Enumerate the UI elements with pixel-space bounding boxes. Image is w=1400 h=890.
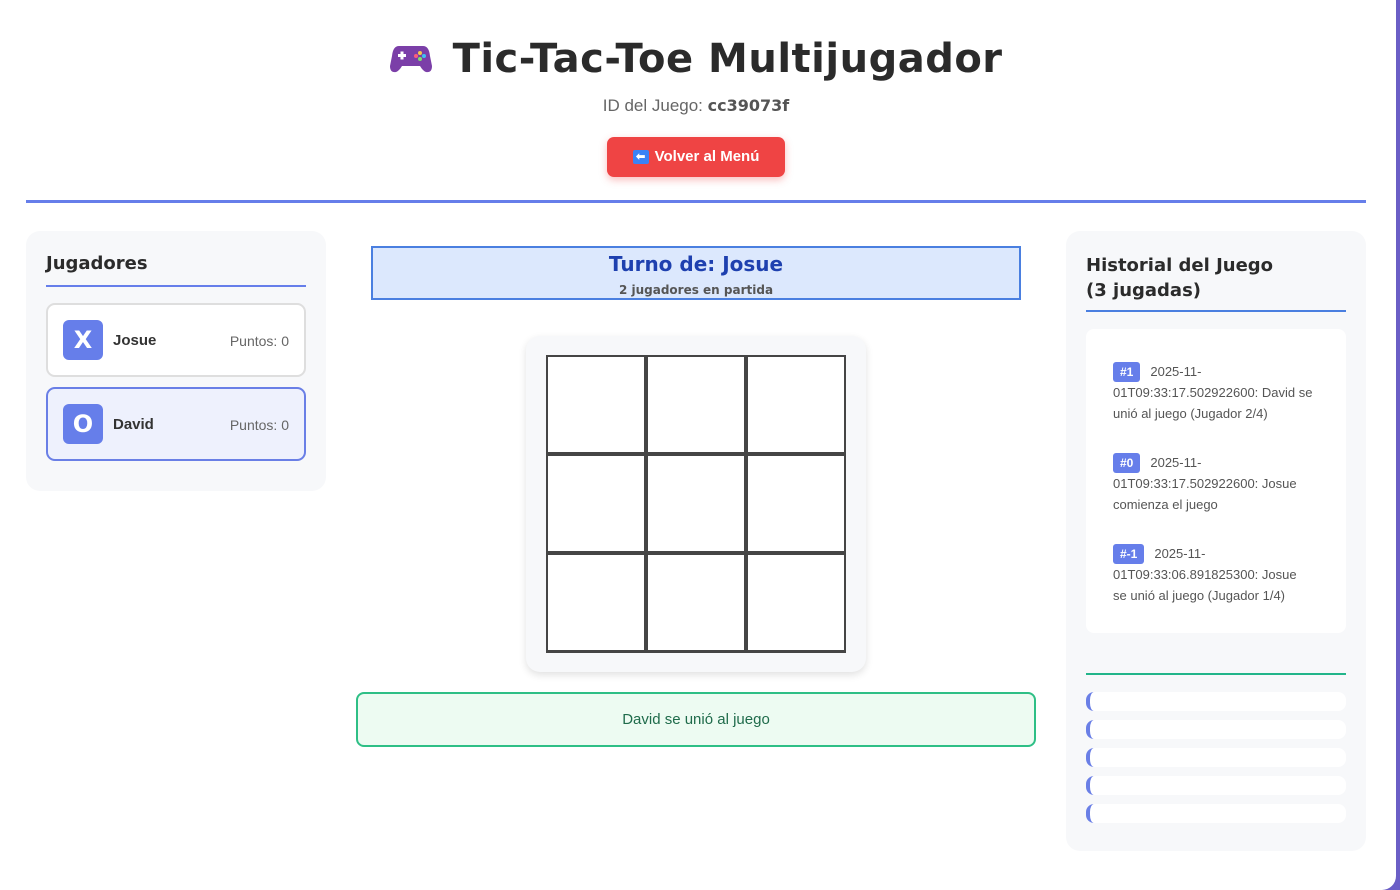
game-id-label: ID del Juego: (602, 96, 703, 115)
placeholder-row (1086, 720, 1346, 739)
players-count: 2 jugadores en partida (618, 283, 774, 297)
move-badge: #-1 (1113, 544, 1145, 564)
move-badge: #1 (1113, 362, 1141, 382)
header: Tic-Tac-Toe Multijugador ID del Juego: c… (26, 0, 1366, 203)
board-cell[interactable] (548, 555, 644, 650)
game-id: ID del Juego: cc39073f (26, 96, 1366, 116)
turn-indicator: Turno de: Josue 2 jugadores en partida (371, 246, 1021, 300)
game-id-value: cc39073f (707, 96, 790, 115)
player-symbol: X (63, 320, 103, 360)
history-entry: #1 2025-11-01T09:33:17.502922600: David s… (1113, 361, 1313, 424)
history-entry-text: 2025-11-01T09:33:17.502922600: Josue com… (1113, 455, 1297, 512)
board-cell[interactable] (748, 357, 844, 452)
history-divider (1086, 310, 1346, 312)
page-title: Tic-Tac-Toe Multijugador (452, 36, 1003, 82)
history-entry-text: 2025-11-01T09:33:17.502922600: David se … (1113, 364, 1313, 421)
board-cell[interactable] (748, 456, 844, 551)
history-list[interactable]: #1 2025-11-01T09:33:17.502922600: David s… (1086, 329, 1346, 633)
placeholder-row (1086, 692, 1346, 711)
board-cell[interactable] (648, 555, 744, 650)
board-cell[interactable] (548, 456, 644, 551)
player-score: Puntos: 0 (229, 417, 289, 433)
game-board (546, 355, 846, 653)
placeholder-row (1086, 804, 1346, 823)
status-message: David se unió al juego (356, 692, 1036, 747)
arrow-left-icon: ⬅ (632, 150, 649, 164)
board-cell[interactable] (648, 357, 744, 452)
board-cell[interactable] (748, 555, 844, 650)
player-card-josue: X Josue Puntos: 0 (46, 303, 306, 377)
player-card-david: O David Puntos: 0 (46, 387, 306, 461)
history-entry: #-1 2025-11-01T09:33:06.891825300: Josue … (1113, 543, 1313, 606)
board-cell[interactable] (548, 357, 644, 452)
player-name: Josue (113, 332, 157, 349)
player-score: Puntos: 0 (229, 333, 289, 349)
player-symbol: O (63, 404, 103, 444)
players-divider (46, 285, 306, 287)
turn-title: Turno de: Josue (608, 252, 784, 276)
players-panel: Jugadores X Josue Puntos: 0 O David Punt… (26, 231, 326, 491)
move-badge: #0 (1113, 453, 1141, 473)
gamepad-icon (390, 46, 433, 73)
players-title: Jugadores (46, 253, 148, 274)
stats-divider (1086, 673, 1346, 675)
title-row: Tic-Tac-Toe Multijugador (26, 36, 1366, 82)
board-cell[interactable] (648, 456, 744, 551)
history-title: Historial del Juego (3 jugadas) (1086, 255, 1274, 301)
history-panel: Historial del Juego (3 jugadas) #1 2025-1… (1066, 231, 1366, 851)
board-container (526, 336, 866, 672)
app-window: Tic-Tac-Toe Multijugador ID del Juego: c… (0, 0, 1396, 890)
placeholder-row (1086, 776, 1346, 795)
player-name: David (113, 416, 154, 433)
back-button-label: Volver al Menú (654, 148, 760, 165)
placeholder-row (1086, 748, 1346, 767)
back-to-menu-button[interactable]: ⬅ Volver al Menú (607, 137, 785, 177)
history-entry: #0 2025-11-01T09:33:17.502922600: Josue c… (1113, 452, 1313, 515)
